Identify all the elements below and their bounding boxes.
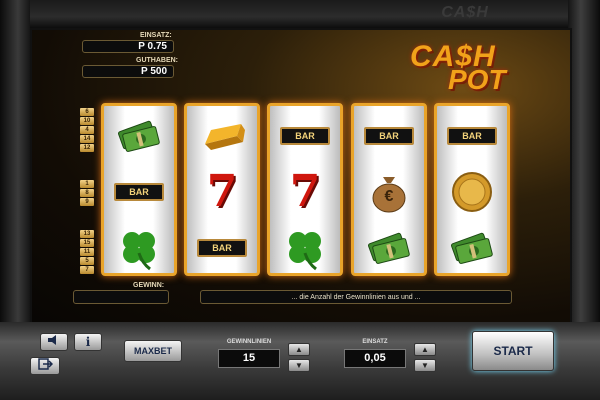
- einsatz-value: 0,05: [344, 349, 406, 368]
- maxbet-button[interactable]: MAXBET: [124, 340, 182, 362]
- money-icon: [437, 220, 507, 273]
- money-icon: [354, 220, 424, 273]
- gewinnlinien-label: GEWINNLINIEN: [226, 339, 272, 345]
- bar-symbol: BAR: [197, 239, 247, 257]
- reel-2: 7 BAR: [184, 103, 260, 276]
- chevron-down-icon: ▼: [295, 361, 303, 370]
- money-icon: [104, 108, 174, 164]
- einsatz-control-label: EINSATZ: [362, 339, 388, 345]
- clover-icon: [270, 220, 340, 273]
- payline-number[interactable]: 11: [80, 248, 94, 256]
- reel-5: BAR: [434, 103, 510, 276]
- payline-number[interactable]: 9: [80, 198, 94, 206]
- bar-symbol: BAR: [280, 127, 330, 145]
- reel-3: BAR 7: [267, 103, 343, 276]
- euro-sign: €: [384, 188, 394, 205]
- payline-number[interactable]: 14: [80, 135, 94, 143]
- sound-button[interactable]: [40, 333, 68, 351]
- bet-down-button[interactable]: ▼: [414, 359, 436, 372]
- bet-up-button[interactable]: ▲: [414, 343, 436, 356]
- einsatz-label: EINSATZ:: [140, 32, 172, 39]
- seven-symbol: 7: [206, 166, 238, 217]
- payline-number[interactable]: 5: [80, 257, 94, 265]
- payline-numbers-middle: 1 8 9: [80, 180, 94, 206]
- chevron-down-icon: ▼: [421, 361, 429, 370]
- payline-number[interactable]: 8: [80, 189, 94, 197]
- message-bar: ... die Anzahl der Gewinnlinien aus und …: [200, 290, 512, 304]
- payline-number[interactable]: 15: [80, 239, 94, 247]
- gewinnlinien-value: 15: [218, 349, 280, 368]
- speaker-icon: [48, 335, 56, 345]
- lines-down-button[interactable]: ▼: [288, 359, 310, 372]
- bar-symbol: BAR: [364, 127, 414, 145]
- payline-number[interactable]: 1: [80, 180, 94, 188]
- cabinet-top-logo: CA$H: [441, 4, 489, 21]
- payline-number[interactable]: 10: [80, 117, 94, 125]
- chevron-up-icon: ▲: [295, 345, 303, 354]
- pot-logo: POT: [448, 64, 506, 95]
- payline-number[interactable]: 7: [80, 266, 94, 274]
- exit-icon: [38, 358, 54, 370]
- payline-numbers-bottom: 13 15 11 5 7: [80, 230, 94, 274]
- gewinn-label: GEWINN:: [133, 282, 165, 289]
- start-button[interactable]: START: [472, 331, 554, 371]
- payline-number[interactable]: 6: [80, 108, 94, 116]
- gold-bar-icon: [187, 108, 257, 164]
- gewinn-field: [73, 290, 169, 304]
- money-bag-icon: €: [354, 164, 424, 220]
- clover-icon: [104, 220, 174, 273]
- payline-number[interactable]: 4: [80, 126, 94, 134]
- reel-4: BAR €: [351, 103, 427, 276]
- coin-icon: [437, 164, 507, 220]
- reel-1: BAR: [101, 103, 177, 276]
- seven-symbol: 7: [289, 166, 321, 217]
- lines-up-button[interactable]: ▲: [288, 343, 310, 356]
- payline-numbers-top: 6 10 4 14 12: [80, 108, 94, 152]
- payline-number[interactable]: 12: [80, 144, 94, 152]
- bar-symbol: BAR: [114, 183, 164, 201]
- exit-button[interactable]: [30, 357, 60, 375]
- payline-number[interactable]: 13: [80, 230, 94, 238]
- bar-symbol: BAR: [447, 127, 497, 145]
- guthaben-field: P 500: [82, 65, 174, 78]
- einsatz-field: P 0.75: [82, 40, 174, 53]
- guthaben-label: GUTHABEN:: [136, 57, 178, 64]
- chevron-up-icon: ▲: [421, 345, 429, 354]
- info-button[interactable]: i: [74, 333, 102, 351]
